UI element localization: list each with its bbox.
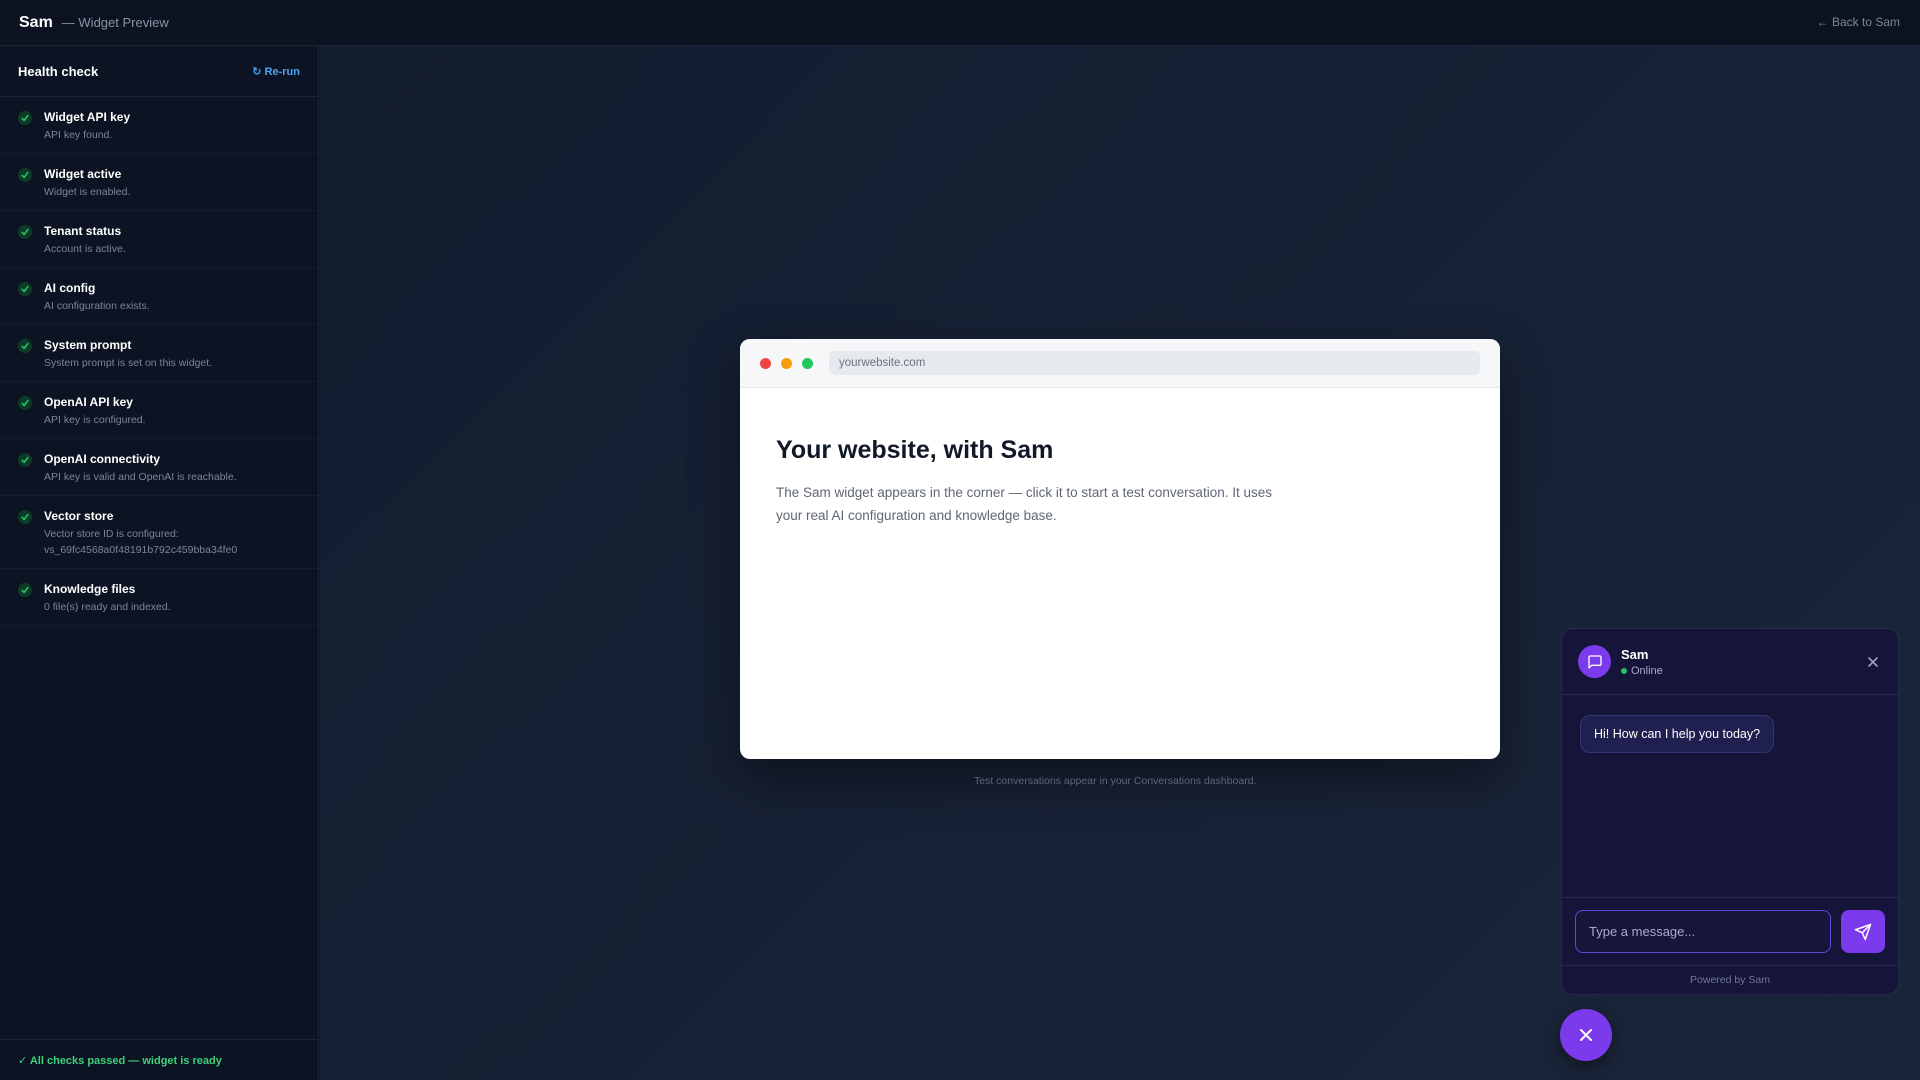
chat-widget: Sam Online Hi! How can I help you today?… xyxy=(1561,628,1899,995)
check-description: Widget is enabled. xyxy=(44,186,131,198)
check-name: Tenant status xyxy=(44,224,122,238)
check-name: System prompt xyxy=(44,338,132,352)
check-name: Knowledge files xyxy=(44,582,136,596)
address-bar: yourwebsite.com xyxy=(829,351,1480,375)
health-check-item: Knowledge files 0 file(s) ready and index… xyxy=(0,569,318,626)
browser-mockup: yourwebsite.com Your website, with Sam T… xyxy=(740,339,1500,759)
check-icon xyxy=(18,282,32,296)
check-name: Vector store xyxy=(44,509,114,523)
mock-page-heading: Your website, with Sam xyxy=(776,436,1054,464)
close-icon xyxy=(1580,1029,1592,1041)
check-name: AI config xyxy=(44,281,96,295)
check-description: API key is configured. xyxy=(44,414,146,426)
send-icon xyxy=(1854,923,1872,940)
health-check-item: AI config AI configuration exists. xyxy=(0,268,318,325)
assistant-name: Sam xyxy=(1621,646,1649,662)
close-dot-icon xyxy=(760,357,771,369)
health-check-item: System prompt System prompt is set on thi… xyxy=(0,325,318,382)
assistant-message: Hi! How can I help you today? xyxy=(1580,715,1775,753)
browser-chrome: yourwebsite.com xyxy=(740,339,1500,388)
message-input[interactable] xyxy=(1575,910,1831,953)
check-icon xyxy=(18,453,32,467)
check-icon xyxy=(18,339,32,353)
status-summary: ✓ All checks passed — widget is ready xyxy=(0,1039,319,1080)
health-check-item: OpenAI API key API key is configured. xyxy=(0,382,318,439)
chat-messages: Hi! How can I help you today? xyxy=(1562,695,1898,897)
chat-header: Sam Online xyxy=(1562,629,1898,695)
check-description: 0 file(s) ready and indexed. xyxy=(44,601,171,613)
app-brand: Sam xyxy=(19,13,53,31)
powered-by: Powered by Sam xyxy=(1562,965,1898,994)
check-icon xyxy=(18,225,32,239)
check-icon xyxy=(18,396,32,410)
health-check-sidebar: Health check ↻ Re-run Widget API key API … xyxy=(0,46,319,1080)
health-check-item: Widget active Widget is enabled. xyxy=(0,154,318,211)
back-link[interactable]: ← Back to Sam xyxy=(1817,15,1900,29)
check-name: Widget active xyxy=(44,167,122,181)
check-description: Vector store ID is configured: vs_69fc456… xyxy=(44,528,238,556)
check-icon xyxy=(18,111,32,125)
status-label: Online xyxy=(1631,664,1663,677)
check-description: API key found. xyxy=(44,129,113,141)
check-description: System prompt is set on this widget. xyxy=(44,357,213,369)
send-button[interactable] xyxy=(1841,910,1885,953)
preview-caption: Test conversations appear in your Conver… xyxy=(974,775,1257,787)
check-name: Widget API key xyxy=(44,110,131,124)
sidebar-header: Health check ↻ Re-run xyxy=(0,46,318,97)
check-description: Account is active. xyxy=(44,243,126,255)
check-icon xyxy=(18,583,32,597)
mock-page-content: Your website, with Sam The Sam widget ap… xyxy=(740,388,1500,575)
check-name: OpenAI API key xyxy=(44,395,133,409)
top-bar: Sam — Widget Preview ← Back to Sam xyxy=(0,0,1920,46)
check-icon xyxy=(18,510,32,524)
online-status: Online xyxy=(1621,665,1663,677)
health-check-item: Tenant status Account is active. xyxy=(0,211,318,268)
page-subtitle: — Widget Preview xyxy=(61,15,169,30)
check-description: AI configuration exists. xyxy=(44,300,150,312)
check-description: API key is valid and OpenAI is reachable… xyxy=(44,471,237,483)
close-icon[interactable] xyxy=(1866,655,1880,669)
health-check-item: Vector store Vector store ID is configure… xyxy=(0,496,318,569)
minimize-dot-icon xyxy=(781,357,792,369)
sidebar-title: Health check xyxy=(18,63,99,79)
health-check-item: OpenAI connectivity API key is valid and … xyxy=(0,439,318,496)
check-icon xyxy=(18,168,32,182)
chat-composer xyxy=(1562,897,1898,965)
maximize-dot-icon xyxy=(802,357,813,369)
check-name: OpenAI connectivity xyxy=(44,452,161,466)
online-dot-icon xyxy=(1621,667,1627,674)
chat-bubble-icon xyxy=(1578,645,1611,678)
check-list: Widget API key API key found. Widget activ… xyxy=(0,97,318,626)
rerun-button[interactable]: ↻ Re-run xyxy=(252,65,300,78)
mock-page-body: The Sam widget appears in the corner — c… xyxy=(776,485,1272,523)
widget-toggle-button[interactable] xyxy=(1560,1009,1612,1061)
health-check-item: Widget API key API key found. xyxy=(0,97,318,154)
